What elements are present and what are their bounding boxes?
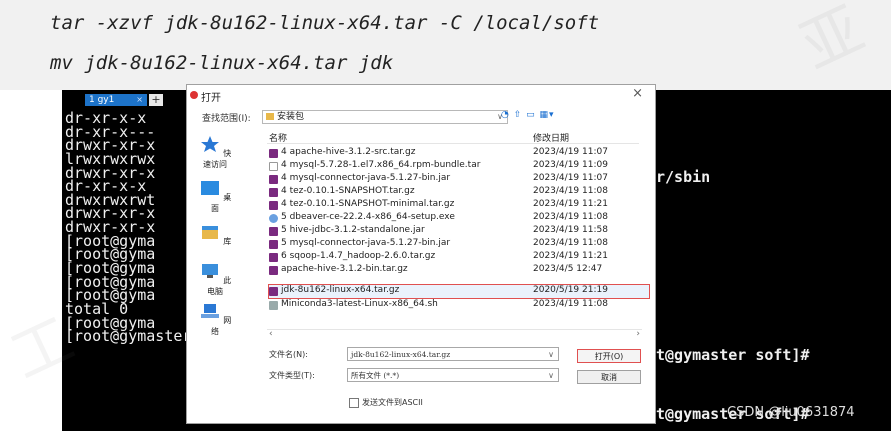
star-icon — [200, 136, 219, 152]
file-row[interactable]: 4 tez-0.10.1-SNAPSHOT-minimal.tar.gz 202… — [269, 199, 649, 212]
filetype-value: 所有文件 (*.*) — [351, 371, 400, 380]
sidebar-item-quick-access[interactable]: 快速访问 — [195, 135, 235, 170]
folder-icon — [266, 113, 274, 120]
sidebar-item-this-pc[interactable]: 此电脑 — [195, 262, 235, 297]
filename-label: 文件名(N): — [269, 350, 308, 359]
file-name: 5 dbeaver-ce-22.2.4-x86_64-setup.exe — [281, 212, 455, 222]
look-in-label: 查找范围(I): — [202, 114, 251, 124]
script-icon — [269, 301, 278, 310]
file-row[interactable]: 4 mysql-connector-java-5.1.27-bin.jar 20… — [269, 173, 649, 186]
file-date: 2023/4/19 11:08 — [533, 299, 608, 309]
archive-icon — [269, 227, 278, 236]
file-row-selected[interactable]: jdk-8u162-linux-x64.tar.gz 2020/5/19 21:… — [268, 284, 650, 299]
file-date: 2020/5/19 21:19 — [533, 285, 608, 295]
column-header-date[interactable]: 修改日期 — [533, 131, 569, 144]
sidebar-label: 库 — [223, 237, 232, 246]
file-name: Miniconda3-latest-Linux-x86_64.sh — [281, 299, 438, 309]
credit-watermark: CSDN @liu0631874 — [727, 405, 855, 420]
file-name: 5 mysql-connector-java-5.1.27-bin.jar — [281, 238, 451, 248]
file-name: jdk-8u162-linux-x64.tar.gz — [281, 285, 400, 295]
archive-icon — [269, 266, 278, 275]
send-ascii-checkbox[interactable]: 发送文件到ASCII — [349, 397, 423, 408]
dialog-title: 打开 — [201, 93, 221, 104]
file-date: 2023/4/19 11:07 — [533, 147, 608, 157]
file-date: 2023/4/19 11:07 — [533, 173, 608, 183]
open-button[interactable]: 打开(O) — [577, 349, 641, 363]
archive-icon — [269, 201, 278, 210]
file-date: 2023/4/19 11:08 — [533, 212, 608, 222]
terminal-tab[interactable]: 1 gy1 × — [85, 94, 147, 106]
command-line-tar: tar -xzvf jdk-8u162-linux-x64.tar -C /lo… — [50, 12, 600, 34]
document-icon — [269, 162, 278, 171]
scroll-right-icon[interactable]: › — [636, 329, 640, 339]
horizontal-scrollbar[interactable]: ‹ › — [267, 329, 642, 340]
chevron-down-icon: ∨ — [548, 371, 554, 380]
file-row[interactable]: 4 mysql-5.7.28-1.el7.x86_64.rpm-bundle.t… — [269, 160, 649, 173]
file-row[interactable]: Miniconda3-latest-Linux-x86_64.sh 2023/4… — [269, 299, 649, 312]
file-date: 2023/4/19 11:08 — [533, 186, 608, 196]
file-row[interactable]: 4 tez-0.10.1-SNAPSHOT.tar.gz 2023/4/19 1… — [269, 186, 649, 199]
file-row[interactable]: apache-hive-3.1.2-bin.tar.gz 2023/4/5 12… — [269, 264, 649, 277]
file-date: 2023/4/19 11:58 — [533, 225, 608, 235]
command-banner: tar -xzvf jdk-8u162-linux-x64.tar -C /lo… — [0, 0, 891, 90]
archive-icon — [269, 253, 278, 262]
file-row[interactable]: 5 hive-jdbc-3.1.2-standalone.jar 2023/4/… — [269, 225, 649, 238]
archive-icon — [269, 188, 278, 197]
desktop-icon — [200, 181, 219, 195]
filename-input[interactable]: jdk-8u162-linux-x64.tar.gz ∨ — [347, 347, 559, 361]
look-in-value: 安装包 — [277, 112, 305, 122]
cancel-button[interactable]: 取消 — [577, 370, 641, 384]
terminal-prompt: t@gymaster soft]# — [656, 346, 810, 364]
file-row[interactable]: 6 sqoop-1.4.7_hadoop-2.6.0.tar.gz 2023/4… — [269, 251, 649, 264]
file-date: 2023/4/19 11:21 — [533, 199, 608, 209]
scroll-left-icon[interactable]: ‹ — [269, 329, 273, 339]
terminal-tab-label: 1 gy1 — [89, 95, 115, 105]
computer-icon — [201, 264, 218, 278]
library-icon — [201, 226, 218, 239]
file-row[interactable]: 5 mysql-connector-java-5.1.27-bin.jar 20… — [269, 238, 649, 251]
command-line-mv: mv jdk-8u162-linux-x64.tar jdk — [50, 52, 394, 74]
sidebar-item-network[interactable]: 网络 — [195, 302, 235, 337]
filetype-label: 文件类型(T): — [269, 371, 315, 380]
close-icon[interactable]: × — [632, 86, 643, 101]
file-date: 2023/4/5 12:47 — [533, 264, 603, 274]
file-name: apache-hive-3.1.2-bin.tar.gz — [281, 264, 408, 274]
checkbox-box[interactable] — [349, 397, 359, 408]
file-date: 2023/4/19 11:08 — [533, 238, 608, 248]
network-icon — [200, 304, 219, 318]
sidebar-item-library[interactable]: 库 — [195, 223, 235, 247]
file-name: 6 sqoop-1.4.7_hadoop-2.6.0.tar.gz — [281, 251, 436, 261]
terminal-text-sbin: r/sbin — [656, 168, 711, 186]
archive-icon — [269, 149, 278, 158]
archive-icon — [269, 287, 278, 296]
file-name: 4 mysql-5.7.28-1.el7.x86_64.rpm-bundle.t… — [281, 160, 481, 170]
filetype-dropdown[interactable]: 所有文件 (*.*) ∨ — [347, 368, 559, 382]
file-name: 4 mysql-connector-java-5.1.27-bin.jar — [281, 173, 451, 183]
send-ascii-label: 发送文件到ASCII — [362, 398, 423, 407]
file-date: 2023/4/19 11:09 — [533, 160, 608, 170]
file-list-header: 名称 修改日期 — [267, 129, 639, 144]
archive-icon — [269, 175, 278, 184]
file-name: 4 tez-0.10.1-SNAPSHOT-minimal.tar.gz — [281, 199, 455, 209]
file-name: 4 tez-0.10.1-SNAPSHOT.tar.gz — [281, 186, 415, 196]
file-name: 5 hive-jdbc-3.1.2-standalone.jar — [281, 225, 425, 235]
file-row[interactable]: 4 apache-hive-3.1.2-src.tar.gz 2023/4/19… — [269, 147, 649, 160]
app-logo-icon — [190, 91, 198, 99]
toolbar-buttons[interactable]: ◔ ⇧ ▭ ▦▾ — [501, 110, 555, 120]
file-date: 2023/4/19 11:21 — [533, 251, 608, 261]
new-tab-button[interactable]: + — [149, 94, 163, 106]
look-in-dropdown[interactable]: 安装包 ∨ — [262, 110, 508, 124]
chevron-down-icon: ∨ — [548, 350, 554, 359]
tab-close-icon[interactable]: × — [136, 94, 143, 106]
sidebar-item-desktop[interactable]: 桌面 — [195, 179, 235, 214]
file-name: 4 apache-hive-3.1.2-src.tar.gz — [281, 147, 416, 157]
column-header-name[interactable]: 名称 — [269, 131, 287, 144]
archive-icon — [269, 240, 278, 249]
installer-icon — [269, 214, 278, 223]
filename-value: jdk-8u162-linux-x64.tar.gz — [351, 350, 451, 359]
file-row[interactable]: 5 dbeaver-ce-22.2.4-x86_64-setup.exe 202… — [269, 212, 649, 225]
open-file-dialog: 打开 × 查找范围(I): 安装包 ∨ ◔ ⇧ ▭ ▦▾ 快速访问 桌面 库 此… — [186, 84, 656, 424]
